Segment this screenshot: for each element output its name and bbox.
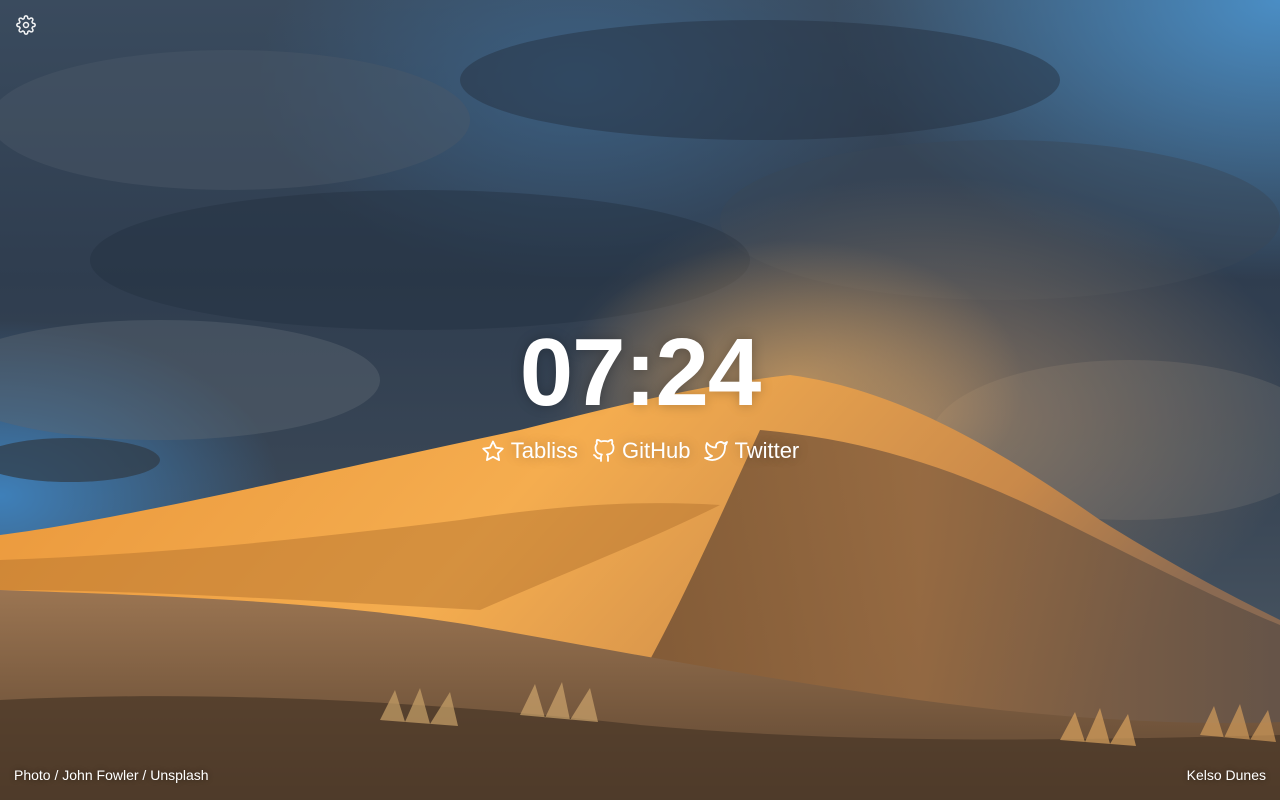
link-label: Tabliss [510,438,578,463]
settings-button[interactable] [16,15,36,35]
credit-photographer-link[interactable]: John Fowler [62,767,138,783]
credit-separator: / [50,767,63,783]
link-twitter[interactable]: Twitter [704,436,799,466]
credit-source-link[interactable]: Unsplash [150,767,208,783]
photo-location: Kelso Dunes [1186,767,1266,783]
photo-credit: Photo / John Fowler / Unsplash [14,766,209,784]
link-label: Twitter [734,438,800,463]
clock-time: 07:24 [519,319,762,426]
twitter-icon [704,439,729,463]
github-icon [592,439,616,463]
widget-area: 07:24 Tabliss GitHub Twitter [0,318,1280,468]
credit-separator: / [138,767,151,783]
link-label: GitHub [621,438,691,463]
gear-icon [16,15,36,35]
credit-photo-link[interactable]: Photo [14,767,51,783]
link-tabliss[interactable]: Tabliss [481,436,578,466]
quick-links: Tabliss GitHub Twitter [481,436,799,466]
link-github[interactable]: GitHub [592,436,690,466]
star-icon [481,439,505,463]
